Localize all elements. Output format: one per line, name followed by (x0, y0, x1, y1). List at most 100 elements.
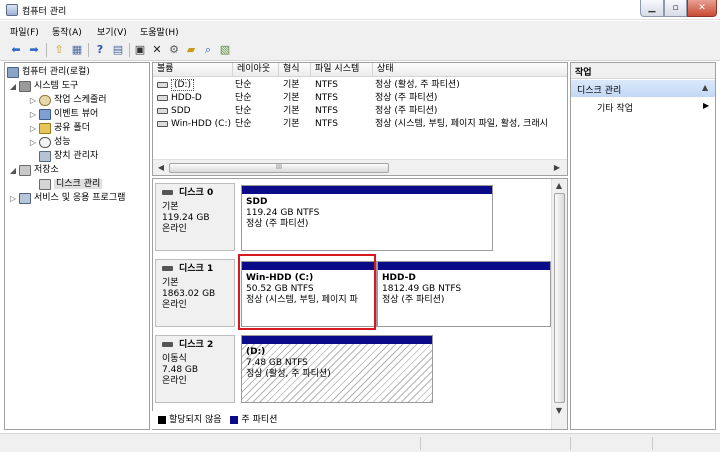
partition-status: 정상 (주 파티션) (246, 219, 309, 229)
scroll-up-icon[interactable]: ▲ (553, 180, 565, 192)
tree-item-shared-folders[interactable]: ▷ 공유 폴더 (27, 121, 90, 135)
tree-item-services-apps[interactable]: ▷ 서비스 및 응용 프로그램 (7, 191, 125, 205)
column-volume[interactable]: 볼륨 (153, 63, 233, 77)
drive-icon (157, 81, 168, 88)
scroll-right-icon[interactable]: ▶ (551, 162, 563, 174)
volume-row[interactable]: Win-HDD (C:) 단순 기본 NTFS 정상 (시스템, 부팅, 페이지… (153, 118, 567, 130)
disk-size: 119.24 GB (162, 213, 210, 223)
legend-unallocated: 할당되지 않음 (169, 415, 222, 425)
volume-type: 기본 (283, 80, 300, 90)
volume-layout: 단순 (235, 119, 252, 129)
tree-item-root[interactable]: 컴퓨터 관리(로컬) (7, 65, 90, 79)
settings-icon[interactable]: ⚙ (166, 42, 182, 58)
refresh-icon[interactable]: ▣ (132, 42, 148, 58)
menu-file[interactable]: 파일(F) (10, 25, 39, 38)
volume-name: Win-HDD (C:) (171, 119, 231, 129)
volume-type: 기본 (283, 93, 300, 103)
show-hide-tree-icon[interactable]: ▦ (69, 42, 85, 58)
actions-section-disk-management[interactable]: 디스크 관리 ▲ (571, 80, 715, 97)
expand-icon: ▷ (9, 193, 17, 203)
menu-view[interactable]: 보기(V) (97, 25, 127, 38)
disk-icon (162, 266, 173, 271)
volume-layout: 단순 (235, 93, 252, 103)
up-folder-icon[interactable]: ⇧ (51, 42, 67, 58)
volume-list-horizontal-scrollbar[interactable]: ◀ III ▶ (153, 159, 567, 175)
tree-item-disk-management[interactable]: 디스크 관리 (39, 177, 103, 191)
minimize-button[interactable]: ▁ (640, 0, 664, 17)
highlight-annotation (238, 254, 376, 330)
tree-item-storage[interactable]: ◢ 저장소 (7, 163, 59, 177)
scroll-down-icon[interactable]: ▼ (553, 405, 565, 417)
tree-item-system-tools[interactable]: ◢ 시스템 도구 (7, 79, 78, 93)
drive-icon (157, 94, 168, 101)
partition-sdd[interactable]: SDD 119.24 GB NTFS 정상 (주 파티션) (241, 185, 493, 251)
disk-type: 기본 (162, 202, 179, 212)
volume-row[interactable]: HDD-D 단순 기본 NTFS 정상 (주 파티션) (153, 92, 567, 104)
partition-size: 119.24 GB NTFS (246, 208, 320, 218)
computer-management-icon (6, 4, 18, 16)
column-file-system[interactable]: 파일 시스템 (311, 63, 373, 77)
toolbar-separator (129, 43, 130, 57)
column-type[interactable]: 형식 (279, 63, 311, 77)
partition-name: (D:) (246, 347, 266, 357)
legend-primary: 주 파티션 (241, 415, 278, 425)
volume-fs: NTFS (315, 119, 338, 129)
disk-size: 1863.02 GB (162, 289, 216, 299)
volume-type: 기본 (283, 106, 300, 116)
open-icon[interactable]: ▰ (183, 42, 199, 58)
drive-icon (157, 107, 168, 114)
disk-management-icon (39, 178, 51, 190)
back-arrow-icon[interactable]: ⬅ (8, 42, 24, 58)
column-status[interactable]: 상태 (373, 63, 567, 77)
close-icon: ✕ (698, 3, 706, 13)
help-icon[interactable]: ? (92, 42, 108, 58)
tree-item-event-viewer[interactable]: ▷ 이벤트 뷰어 (27, 107, 98, 121)
delete-icon[interactable]: ✕ (149, 42, 165, 58)
disk-1-label[interactable]: 디스크 1 기본 1863.02 GB 온라인 (155, 259, 235, 327)
computer-icon (7, 66, 19, 78)
volume-row[interactable]: (D:) 단순 기본 NTFS 정상 (활성, 주 파티션) (153, 79, 567, 91)
legend: 할당되지 않음 주 파티션 (152, 411, 396, 429)
actions-section-label: 디스크 관리 (577, 86, 622, 96)
maximize-button[interactable]: ▫ (664, 0, 687, 17)
clock-icon (39, 94, 51, 106)
disk-view-vertical-scrollbar[interactable]: ▲ ▼ (551, 179, 567, 429)
actions-pane: 작업 디스크 관리 ▲ 기타 작업 ▶ (570, 62, 716, 430)
tree-item-performance[interactable]: ▷ 성능 (27, 135, 71, 149)
tree-item-task-scheduler[interactable]: ▷ 작업 스케줄러 (27, 93, 107, 107)
scrollbar-thumb[interactable] (554, 193, 565, 403)
close-button[interactable]: ✕ (687, 0, 717, 17)
tools-icon (19, 80, 31, 92)
volume-row[interactable]: SDD 단순 기본 NTFS 정상 (주 파티션) (153, 105, 567, 117)
tree-item-device-manager[interactable]: 장치 관리자 (39, 149, 98, 163)
partition-d[interactable]: (D:) 7.48 GB NTFS 정상 (활성, 주 파티션) (241, 335, 433, 403)
search-icon[interactable]: ⌕ (200, 42, 216, 58)
disk-status: 온라인 (162, 376, 187, 386)
menu-help[interactable]: 도움말(H) (140, 25, 179, 38)
properties-icon[interactable]: ▤ (110, 42, 126, 58)
status-bar (0, 433, 720, 452)
menu-action[interactable]: 동작(A) (52, 25, 82, 38)
title-bar: 컴퓨터 관리 ▁ ▫ ✕ (0, 0, 720, 20)
help-topics-icon[interactable]: ▧ (217, 42, 233, 58)
expand-icon: ▷ (29, 137, 37, 147)
maximize-icon: ▫ (672, 3, 679, 13)
collapse-arrow-icon[interactable]: ▲ (702, 83, 708, 92)
expand-icon: ▷ (29, 123, 37, 133)
volume-status: 정상 (주 파티션) (375, 106, 438, 116)
minimize-icon: ▁ (648, 3, 656, 13)
collapse-icon: ◢ (9, 81, 17, 91)
scrollbar-thumb[interactable]: III (169, 163, 389, 173)
column-layout[interactable]: 레이아웃 (233, 63, 279, 77)
disk-0-label[interactable]: 디스크 0 기본 119.24 GB 온라인 (155, 183, 235, 251)
disk-2-label[interactable]: 디스크 2 이동식 7.48 GB 온라인 (155, 335, 235, 403)
volume-type: 기본 (283, 119, 300, 129)
primary-partition-swatch (230, 415, 239, 424)
actions-more[interactable]: 기타 작업 (571, 99, 715, 114)
submenu-arrow-icon: ▶ (703, 101, 710, 110)
scroll-left-icon[interactable]: ◀ (155, 162, 167, 174)
partition-hdd-d[interactable]: HDD-D 1812.49 GB NTFS 정상 (주 파티션) (377, 261, 551, 327)
forward-arrow-icon[interactable]: ➡ (26, 42, 42, 58)
status-segment (570, 437, 652, 450)
disk-size: 7.48 GB (162, 365, 199, 375)
